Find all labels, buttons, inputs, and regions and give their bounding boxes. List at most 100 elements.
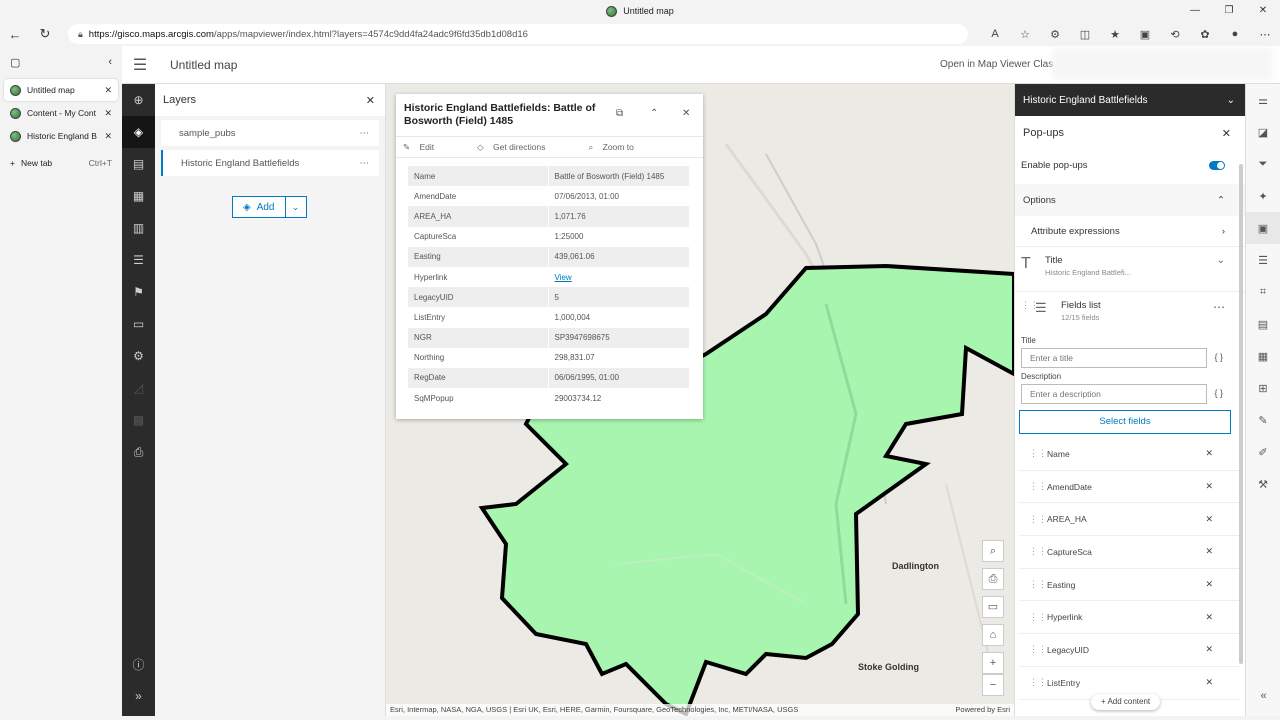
close-tab-icon[interactable]: ✕: [104, 85, 112, 96]
bookmarks-icon[interactable]: ⚑: [122, 276, 155, 308]
hamburger-menu-icon[interactable]: ☰: [122, 55, 158, 75]
add-content-button[interactable]: + Add content: [1091, 694, 1161, 710]
tab-untitled-map[interactable]: Untitled map ✕: [4, 79, 118, 101]
attribute-expressions-row[interactable]: Attribute expressions ›: [1015, 216, 1245, 246]
drag-handle-icon[interactable]: ⋮⋮: [1029, 546, 1047, 557]
drag-handle-icon[interactable]: ⋮⋮: [1021, 300, 1039, 311]
extensions-icon[interactable]: ⚙: [1040, 28, 1070, 41]
favorites-icon[interactable]: ★: [1100, 28, 1130, 41]
hyperlink-view[interactable]: View: [555, 273, 572, 282]
close-icon[interactable]: ✕: [682, 108, 690, 119]
charts-icon[interactable]: ▥: [122, 212, 155, 244]
drag-handle-icon[interactable]: ⋮⋮: [1029, 448, 1047, 459]
layers-icon[interactable]: ◈: [122, 116, 155, 148]
tools-icon[interactable]: ⚒: [1246, 468, 1280, 500]
remove-icon[interactable]: ✕: [1205, 514, 1213, 525]
templates-icon[interactable]: ▦: [1246, 340, 1280, 372]
drag-handle-icon[interactable]: ⋮⋮: [1029, 644, 1047, 655]
cluster-icon[interactable]: ⊞: [1246, 372, 1280, 404]
split-screen-icon[interactable]: ◫: [1070, 28, 1100, 41]
legend-icon[interactable]: ☰: [122, 244, 155, 276]
styles-icon[interactable]: ◪: [1246, 116, 1280, 148]
tables-icon[interactable]: ▤: [122, 148, 155, 180]
save-icon[interactable]: ▭: [122, 308, 155, 340]
basemap-icon[interactable]: ▦: [122, 180, 155, 212]
remove-icon[interactable]: ✕: [1205, 644, 1213, 655]
more-options-icon[interactable]: ⋯: [1213, 300, 1239, 314]
description-input[interactable]: [1021, 384, 1207, 404]
expression-braces-icon[interactable]: { }: [1214, 352, 1223, 362]
add-layer-icon[interactable]: ⊕: [122, 84, 155, 116]
drag-handle-icon[interactable]: ⋮⋮: [1029, 612, 1047, 623]
drag-handle-icon[interactable]: ⋮⋮: [1029, 677, 1047, 688]
profile-avatar[interactable]: ●: [1220, 28, 1250, 40]
remove-icon[interactable]: ✕: [1205, 546, 1213, 557]
print-map-icon[interactable]: ⎙: [982, 568, 1004, 590]
collapse-tabs-icon[interactable]: ‹: [108, 56, 112, 68]
layer-selector[interactable]: Historic England Battlefields ⌄: [1015, 84, 1245, 116]
tab-actions-icon[interactable]: ▢: [10, 56, 20, 69]
expression-braces-icon[interactable]: { }: [1214, 388, 1223, 398]
collapse-panel-icon[interactable]: «: [1246, 680, 1280, 712]
settings-icon[interactable]: ⚙: [122, 340, 155, 372]
zoom-to-action[interactable]: ⌕ Zoom to: [589, 142, 652, 153]
refresh-icon[interactable]: ↻: [30, 26, 60, 42]
layer-item-sample-pubs[interactable]: sample_pubs ⋯: [161, 120, 379, 146]
filter-icon[interactable]: ⏷: [1246, 148, 1280, 180]
search-icon[interactable]: ⌕: [982, 540, 1004, 562]
scrollbar[interactable]: [1239, 164, 1243, 664]
fields-icon[interactable]: ☰: [1246, 244, 1280, 276]
screen-icon[interactable]: ▭: [982, 596, 1004, 618]
sketch-icon[interactable]: ✐: [1246, 436, 1280, 468]
title-input[interactable]: [1021, 348, 1207, 368]
print-icon[interactable]: ⎙: [122, 436, 155, 468]
remove-icon[interactable]: ✕: [1205, 579, 1213, 590]
close-tab-icon[interactable]: ✕: [104, 108, 112, 119]
dock-icon[interactable]: ⧉: [616, 108, 623, 119]
layer-options-icon[interactable]: ⋯: [360, 158, 370, 169]
home-icon[interactable]: ⌂: [982, 624, 1004, 646]
title-content-block[interactable]: T Title Historic England Battlefi... ⌄: [1015, 246, 1245, 292]
drag-handle-icon[interactable]: ⋮⋮: [1029, 579, 1047, 590]
fields-list-block[interactable]: ⋮⋮ ☰ Fields list 12/15 fields ⋯: [1015, 292, 1245, 332]
open-in-classic-link[interactable]: Open in Map Viewer Clas: [940, 59, 1053, 70]
read-aloud-icon[interactable]: A: [980, 28, 1010, 40]
tab-content[interactable]: Content - My Cont ✕: [4, 102, 118, 124]
url-field[interactable]: 🔒︎ https://gisco.maps.arcgis.com/apps/ma…: [68, 24, 968, 44]
back-icon[interactable]: ←: [0, 27, 30, 42]
favorite-star-icon[interactable]: ☆: [1010, 28, 1040, 41]
effects-icon[interactable]: ✦: [1246, 180, 1280, 212]
drag-handle-icon[interactable]: ⋮⋮: [1029, 481, 1047, 492]
copilot-icon[interactable]: ✿: [1190, 28, 1220, 41]
remove-icon[interactable]: ✕: [1205, 481, 1213, 492]
remove-icon[interactable]: ✕: [1205, 677, 1213, 688]
close-icon[interactable]: ✕: [1222, 127, 1231, 140]
layer-options-icon[interactable]: ⋯: [360, 128, 370, 139]
maximize-icon[interactable]: ❐: [1212, 0, 1246, 22]
options-header[interactable]: Options ⌃: [1015, 184, 1245, 216]
popups-icon[interactable]: ▣: [1246, 212, 1280, 244]
add-layer-button[interactable]: ◈ Add ⌄: [232, 196, 307, 218]
tab-historic-england[interactable]: Historic England B ✕: [4, 125, 118, 147]
new-tab-button[interactable]: + New tab Ctrl+T: [4, 151, 118, 175]
close-tab-icon[interactable]: ✕: [104, 131, 112, 142]
zoom-out-icon[interactable]: −: [982, 674, 1004, 696]
close-window-icon[interactable]: ✕: [1246, 0, 1280, 22]
edit-action[interactable]: ✎ Edit: [403, 142, 452, 153]
edit-icon[interactable]: ✎: [1246, 404, 1280, 436]
history-icon[interactable]: ⟲: [1160, 28, 1190, 41]
more-menu-icon[interactable]: ⋯: [1250, 28, 1280, 41]
properties-icon[interactable]: ⚌: [1246, 84, 1280, 116]
forms-icon[interactable]: ▤: [1246, 308, 1280, 340]
remove-icon[interactable]: ✕: [1205, 448, 1213, 459]
minimize-icon[interactable]: —: [1178, 0, 1212, 22]
select-fields-button[interactable]: Select fields: [1019, 410, 1231, 434]
layer-item-battlefields[interactable]: Historic England Battlefields ⋯: [161, 150, 379, 176]
remove-icon[interactable]: ✕: [1205, 612, 1213, 623]
close-icon[interactable]: ✕: [366, 94, 375, 107]
chevron-down-icon[interactable]: ⌄: [286, 197, 306, 217]
drag-handle-icon[interactable]: ⋮⋮: [1029, 514, 1047, 525]
zoom-in-icon[interactable]: +: [982, 652, 1004, 674]
directions-action[interactable]: ◇ Get directions: [477, 142, 563, 153]
labels-icon[interactable]: ⌗: [1246, 276, 1280, 308]
